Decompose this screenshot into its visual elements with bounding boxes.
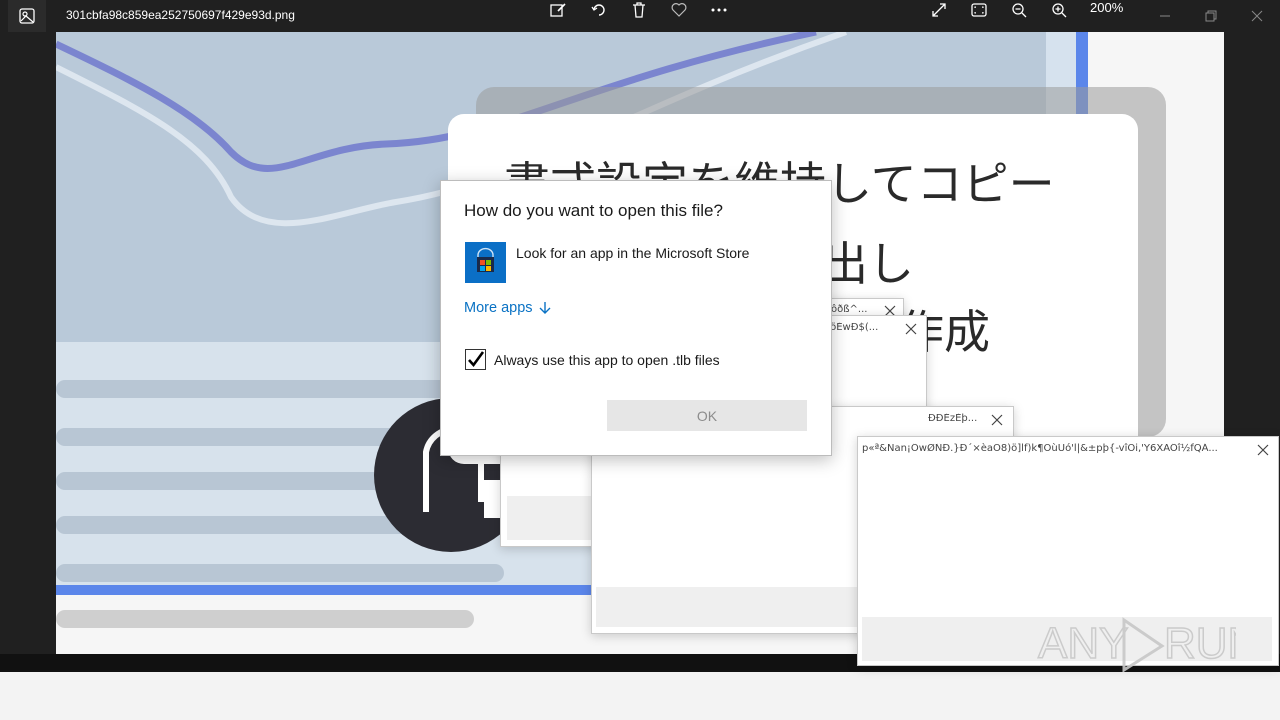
dialog-title: ÐÐÉzÈþ... [928,413,978,424]
zoom-out-icon[interactable] [1005,0,1033,20]
more-apps-label: More apps [464,300,533,316]
dialog-button-area [596,587,858,627]
minimize-button[interactable] [1150,6,1180,26]
store-option-label[interactable]: Look for an app in the Microsoft Store [516,245,749,261]
zoom-level[interactable]: 200% [1090,0,1123,15]
more-icon[interactable] [705,0,733,20]
favorite-icon[interactable] [665,0,693,20]
dialog-title: ôðß^... [831,304,868,315]
close-icon[interactable] [1256,443,1270,457]
photos-app-icon[interactable] [8,0,46,32]
file-name-title: 301cbfa98c859ea252750697f429e93d.png [66,8,295,22]
rotate-icon[interactable] [585,0,613,20]
fullscreen-icon[interactable] [925,0,953,20]
anyrun-watermark: ANY RUN [1037,617,1236,672]
delete-icon[interactable] [625,0,653,20]
zoom-in-icon[interactable] [1045,0,1073,20]
checkmark-icon [468,351,485,368]
close-icon[interactable] [990,413,1004,427]
restore-button[interactable] [1196,6,1226,26]
ok-button[interactable]: OK [607,400,807,431]
arrow-down-icon [539,302,551,314]
open-with-dialog: How do you want to open this file? Look … [440,180,832,456]
watermark-any: ANY [1038,619,1128,668]
close-icon[interactable] [904,322,918,336]
edit-icon[interactable] [544,0,572,20]
fit-icon[interactable] [965,0,993,20]
always-use-checkbox[interactable] [465,349,486,370]
always-use-checkbox-row[interactable]: Always use this app to open .tlb files [465,349,720,370]
watermark-run: RUN [1164,619,1236,668]
title-bar: 301cbfa98c859ea252750697f429e93d.png 200… [0,0,1280,32]
close-button[interactable] [1242,6,1272,26]
more-apps-link[interactable]: More apps [464,300,551,316]
dialog-title: p«ª&Nan¡ÕwØÑÐ.}Ð´×èaO8)ö]lf)k¶ÒùÛó'l|&±p… [862,443,1218,454]
microsoft-store-icon[interactable] [465,242,506,283]
dialog-heading: How do you want to open this file? [464,201,723,220]
always-use-label: Always use this app to open .tlb files [494,351,720,368]
